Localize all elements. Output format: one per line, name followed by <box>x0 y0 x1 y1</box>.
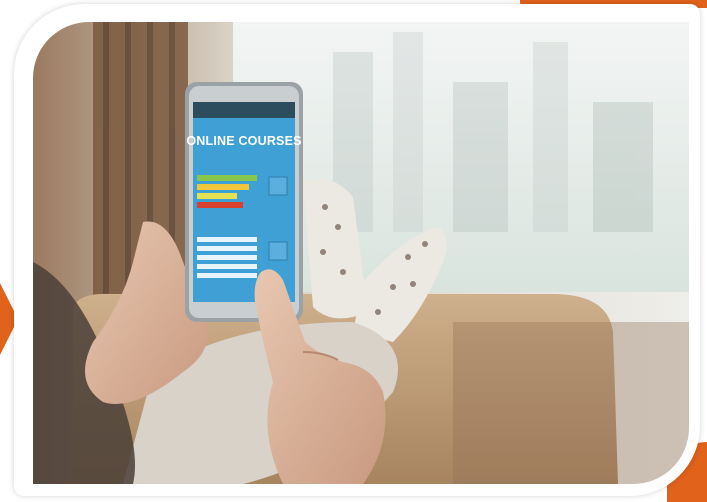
progress-bar-yellow-2 <box>197 193 237 199</box>
online-courses-photo: ONLINE COURSES <box>33 22 689 484</box>
phone-screen-title: ONLINE COURSES <box>186 134 301 148</box>
smartphone: ONLINE COURSES <box>185 82 303 322</box>
course-thumbnail-2 <box>268 241 288 261</box>
progress-bar-yellow <box>197 184 249 190</box>
course-thumbnail-1 <box>268 176 288 196</box>
progress-bar-green <box>197 175 257 181</box>
progress-bar-red <box>197 202 243 208</box>
